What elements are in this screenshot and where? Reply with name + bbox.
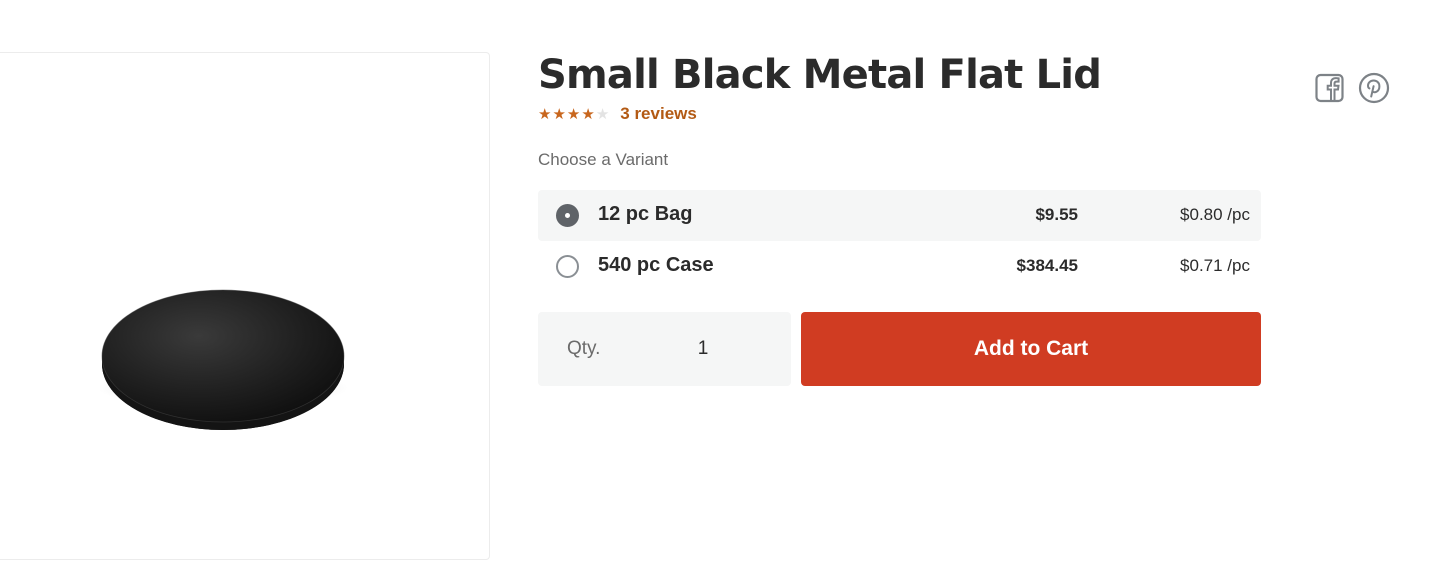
product-title: Small Black Metal Flat Lid [538, 52, 1102, 98]
variant-label: Choose a Variant [538, 150, 669, 169]
star-filled-icon: ★ [538, 105, 552, 123]
add-to-cart-button[interactable]: Add to Cart [801, 312, 1261, 386]
variant-price: $384.45 [1016, 256, 1078, 275]
rating-stars: ★ ★ ★ ★ ★ [538, 104, 609, 124]
variant-option-540-pc-case[interactable]: 540 pc Case $384.45 $0.71 /pc [538, 241, 1261, 292]
product-rating: ★ ★ ★ ★ ★ 3 reviews [538, 104, 697, 124]
reviews-link[interactable]: 3 reviews [620, 104, 697, 124]
quantity-input[interactable] [668, 332, 738, 366]
variant-price: $9.55 [1035, 205, 1078, 224]
quantity-label: Qty. [567, 338, 601, 359]
variant-unit-price: $0.71 /pc [1180, 256, 1250, 275]
variant-option-12-pc-bag[interactable]: 12 pc Bag $9.55 $0.80 /pc [538, 190, 1261, 241]
pinterest-icon[interactable] [1358, 72, 1390, 108]
product-image-card [0, 52, 490, 560]
star-filled-icon: ★ [552, 105, 566, 123]
star-filled-icon: ★ [581, 105, 595, 123]
variant-name: 12 pc Bag [598, 203, 693, 225]
product-image [98, 289, 348, 430]
star-filled-icon: ★ [566, 105, 581, 123]
social-share [1315, 72, 1390, 108]
variant-radio[interactable] [556, 204, 579, 227]
variant-radio[interactable] [556, 255, 579, 278]
variant-unit-price: $0.80 /pc [1180, 205, 1250, 224]
variant-name: 540 pc Case [598, 254, 714, 276]
facebook-icon[interactable] [1315, 73, 1345, 107]
product-page: Small Black Metal Flat Lid ★ ★ ★ ★ ★ 3 revie… [0, 0, 1445, 566]
quantity-box: Qty. [538, 312, 791, 386]
star-empty-icon: ★ [595, 105, 610, 123]
